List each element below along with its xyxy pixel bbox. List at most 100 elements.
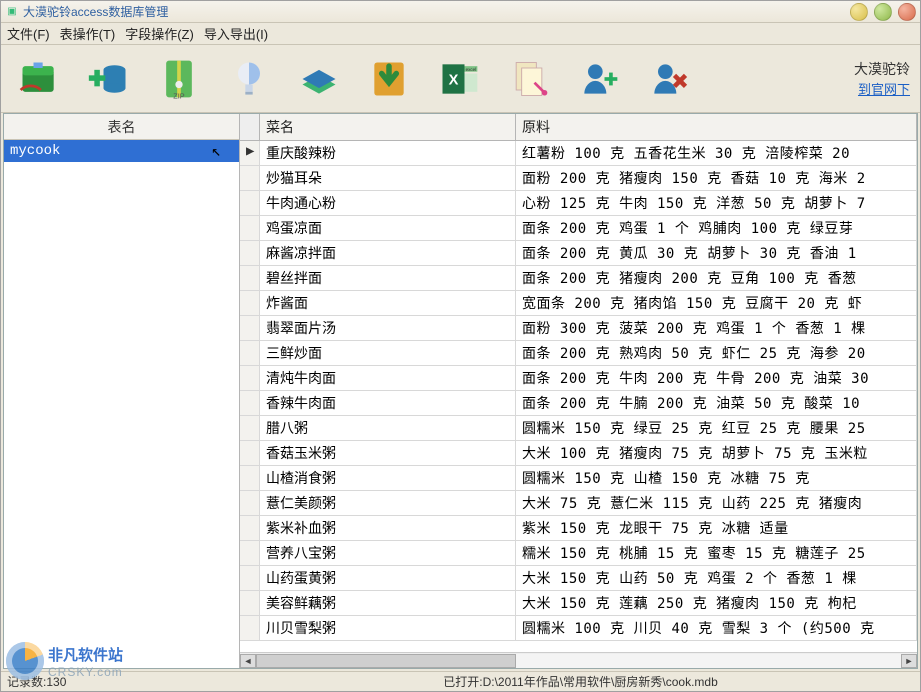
cell-ingredients[interactable]: 面粉 300 克 菠菜 200 克 鸡蛋 1 个 香葱 1 棵	[516, 316, 917, 340]
menu-import-export[interactable]: 导入导出(I)	[204, 24, 268, 43]
column-header-ingredients[interactable]: 原料	[516, 114, 917, 140]
add-user-button[interactable]	[571, 51, 627, 107]
row-selector[interactable]: ▶	[240, 141, 260, 165]
cell-ingredients[interactable]: 大米 150 克 山药 50 克 鸡蛋 2 个 香葱 1 棵	[516, 566, 917, 590]
cell-ingredients[interactable]: 面条 200 克 猪瘦肉 200 克 豆角 100 克 香葱	[516, 266, 917, 290]
table-row[interactable]: 麻酱凉拌面面条 200 克 黄瓜 30 克 胡萝卜 30 克 香油 1	[240, 241, 917, 266]
cell-ingredients[interactable]: 红薯粉 100 克 五香花生米 30 克 涪陵榨菜 20	[516, 141, 917, 165]
cell-name[interactable]: 营养八宝粥	[260, 541, 516, 565]
cell-ingredients[interactable]: 面条 200 克 黄瓜 30 克 胡萝卜 30 克 香油 1	[516, 241, 917, 265]
row-selector[interactable]	[240, 416, 260, 440]
add-table-button[interactable]	[81, 51, 137, 107]
cell-name[interactable]: 山楂消食粥	[260, 466, 516, 490]
cell-ingredients[interactable]: 糯米 150 克 桃脯 15 克 蜜枣 15 克 糖莲子 25	[516, 541, 917, 565]
hint-button[interactable]	[221, 51, 277, 107]
table-row[interactable]: 牛肉通心粉心粉 125 克 牛肉 150 克 洋葱 50 克 胡萝卜 7	[240, 191, 917, 216]
delete-user-button[interactable]	[641, 51, 697, 107]
row-selector[interactable]	[240, 616, 260, 640]
cell-ingredients[interactable]: 圆糯米 100 克 川贝 40 克 雪梨 3 个 (约500 克	[516, 616, 917, 640]
row-selector[interactable]	[240, 191, 260, 215]
row-selector[interactable]	[240, 491, 260, 515]
table-row[interactable]: 清炖牛肉面面条 200 克 牛肉 200 克 牛骨 200 克 油菜 30	[240, 366, 917, 391]
table-row[interactable]: 炸酱面宽面条 200 克 猪肉馅 150 克 豆腐干 20 克 虾	[240, 291, 917, 316]
cell-ingredients[interactable]: 面条 200 克 鸡蛋 1 个 鸡脯肉 100 克 绿豆芽	[516, 216, 917, 240]
table-row[interactable]: ▶重庆酸辣粉红薯粉 100 克 五香花生米 30 克 涪陵榨菜 20	[240, 141, 917, 166]
row-selector[interactable]	[240, 166, 260, 190]
cell-name[interactable]: 炸酱面	[260, 291, 516, 315]
cell-ingredients[interactable]: 大米 75 克 薏仁米 115 克 山药 225 克 猪瘦肉	[516, 491, 917, 515]
table-row[interactable]: 山药蛋黄粥大米 150 克 山药 50 克 鸡蛋 2 个 香葱 1 棵	[240, 566, 917, 591]
maximize-button[interactable]	[874, 3, 892, 21]
row-selector[interactable]	[240, 316, 260, 340]
cell-name[interactable]: 麻酱凉拌面	[260, 241, 516, 265]
scroll-thumb[interactable]	[256, 654, 516, 668]
minimize-button[interactable]	[850, 3, 868, 21]
table-row[interactable]: 山楂消食粥圆糯米 150 克 山楂 150 克 冰糖 75 克	[240, 466, 917, 491]
open-db-button[interactable]	[11, 51, 67, 107]
menu-field-ops[interactable]: 字段操作(Z)	[125, 24, 194, 43]
cell-name[interactable]: 香辣牛肉面	[260, 391, 516, 415]
menu-file[interactable]: 文件(F)	[7, 24, 50, 43]
cell-name[interactable]: 香菇玉米粥	[260, 441, 516, 465]
cell-name[interactable]: 山药蛋黄粥	[260, 566, 516, 590]
cell-name[interactable]: 碧丝拌面	[260, 266, 516, 290]
download-button[interactable]	[361, 51, 417, 107]
row-selector[interactable]	[240, 291, 260, 315]
table-row[interactable]: 翡翠面片汤面粉 300 克 菠菜 200 克 鸡蛋 1 个 香葱 1 棵	[240, 316, 917, 341]
document-button[interactable]	[501, 51, 557, 107]
excel-button[interactable]: Xexcel	[431, 51, 487, 107]
data-grid[interactable]: 菜名 原料 ▶重庆酸辣粉红薯粉 100 克 五香花生米 30 克 涪陵榨菜 20…	[240, 114, 917, 652]
row-selector[interactable]	[240, 266, 260, 290]
scroll-right-arrow[interactable]: ►	[901, 654, 917, 668]
cell-name[interactable]: 牛肉通心粉	[260, 191, 516, 215]
cell-ingredients[interactable]: 宽面条 200 克 猪肉馅 150 克 豆腐干 20 克 虾	[516, 291, 917, 315]
cell-name[interactable]: 炒猫耳朵	[260, 166, 516, 190]
row-selector[interactable]	[240, 341, 260, 365]
cell-name[interactable]: 薏仁美颜粥	[260, 491, 516, 515]
table-row[interactable]: 香辣牛肉面面条 200 克 牛腩 200 克 油菜 50 克 酸菜 10	[240, 391, 917, 416]
table-row[interactable]: 营养八宝粥糯米 150 克 桃脯 15 克 蜜枣 15 克 糖莲子 25	[240, 541, 917, 566]
book-button[interactable]	[291, 51, 347, 107]
table-row[interactable]: 炒猫耳朵面粉 200 克 猪瘦肉 150 克 香菇 10 克 海米 2	[240, 166, 917, 191]
cell-name[interactable]: 美容鲜藕粥	[260, 591, 516, 615]
table-row[interactable]: 碧丝拌面面条 200 克 猪瘦肉 200 克 豆角 100 克 香葱	[240, 266, 917, 291]
zip-button[interactable]: ZIP	[151, 51, 207, 107]
cell-ingredients[interactable]: 面粉 200 克 猪瘦肉 150 克 香菇 10 克 海米 2	[516, 166, 917, 190]
table-row[interactable]: 川贝雪梨粥圆糯米 100 克 川贝 40 克 雪梨 3 个 (约500 克	[240, 616, 917, 641]
table-row[interactable]: 香菇玉米粥大米 100 克 猪瘦肉 75 克 胡萝卜 75 克 玉米粒	[240, 441, 917, 466]
cell-ingredients[interactable]: 紫米 150 克 龙眼干 75 克 冰糖 适量	[516, 516, 917, 540]
table-row[interactable]: 紫米补血粥紫米 150 克 龙眼干 75 克 冰糖 适量	[240, 516, 917, 541]
official-link[interactable]: 到官网下	[854, 79, 910, 98]
table-row[interactable]: 薏仁美颜粥大米 75 克 薏仁米 115 克 山药 225 克 猪瘦肉	[240, 491, 917, 516]
table-row[interactable]: 鸡蛋凉面面条 200 克 鸡蛋 1 个 鸡脯肉 100 克 绿豆芽	[240, 216, 917, 241]
cell-name[interactable]: 清炖牛肉面	[260, 366, 516, 390]
column-header-name[interactable]: 菜名	[260, 114, 516, 140]
cell-ingredients[interactable]: 大米 100 克 猪瘦肉 75 克 胡萝卜 75 克 玉米粒	[516, 441, 917, 465]
row-selector[interactable]	[240, 466, 260, 490]
table-row[interactable]: 三鲜炒面面条 200 克 熟鸡肉 50 克 虾仁 25 克 海参 20	[240, 341, 917, 366]
row-selector[interactable]	[240, 241, 260, 265]
row-selector[interactable]	[240, 366, 260, 390]
table-item[interactable]: mycook↖	[4, 140, 239, 162]
row-selector[interactable]	[240, 216, 260, 240]
cell-ingredients[interactable]: 圆糯米 150 克 绿豆 25 克 红豆 25 克 腰果 25	[516, 416, 917, 440]
row-selector[interactable]	[240, 591, 260, 615]
cell-name[interactable]: 三鲜炒面	[260, 341, 516, 365]
cell-ingredients[interactable]: 面条 200 克 牛腩 200 克 油菜 50 克 酸菜 10	[516, 391, 917, 415]
row-selector[interactable]	[240, 541, 260, 565]
close-button[interactable]	[898, 3, 916, 21]
row-selector[interactable]	[240, 566, 260, 590]
cell-ingredients[interactable]: 圆糯米 150 克 山楂 150 克 冰糖 75 克	[516, 466, 917, 490]
cell-name[interactable]: 翡翠面片汤	[260, 316, 516, 340]
cell-name[interactable]: 鸡蛋凉面	[260, 216, 516, 240]
cell-ingredients[interactable]: 心粉 125 克 牛肉 150 克 洋葱 50 克 胡萝卜 7	[516, 191, 917, 215]
cell-name[interactable]: 重庆酸辣粉	[260, 141, 516, 165]
cell-ingredients[interactable]: 大米 150 克 莲藕 250 克 猪瘦肉 150 克 枸杞	[516, 591, 917, 615]
row-selector[interactable]	[240, 391, 260, 415]
table-list[interactable]: mycook↖	[4, 140, 239, 668]
cell-name[interactable]: 腊八粥	[260, 416, 516, 440]
table-row[interactable]: 美容鲜藕粥大米 150 克 莲藕 250 克 猪瘦肉 150 克 枸杞	[240, 591, 917, 616]
scroll-left-arrow[interactable]: ◄	[240, 654, 256, 668]
table-row[interactable]: 腊八粥圆糯米 150 克 绿豆 25 克 红豆 25 克 腰果 25	[240, 416, 917, 441]
cell-ingredients[interactable]: 面条 200 克 熟鸡肉 50 克 虾仁 25 克 海参 20	[516, 341, 917, 365]
